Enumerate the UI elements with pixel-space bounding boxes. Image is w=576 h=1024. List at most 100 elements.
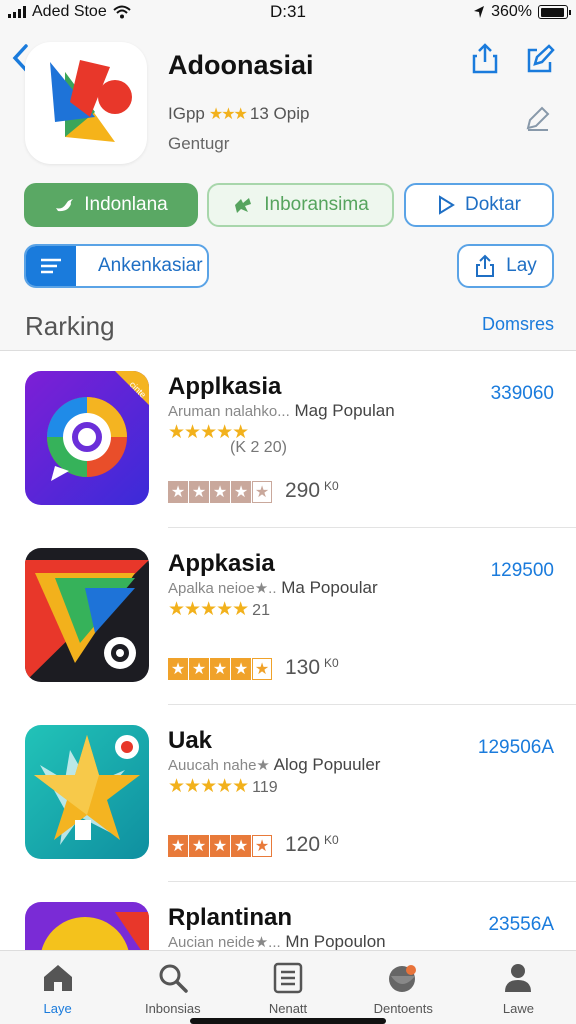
app-icon: [25, 42, 147, 164]
section-title: Rarking: [25, 311, 115, 341]
app-meta-left: IGpp: [168, 104, 205, 123]
app-price[interactable]: 129500: [491, 560, 554, 582]
star-count: 119: [252, 779, 278, 796]
play-icon: [439, 195, 455, 215]
app-tag: Mag Populan: [294, 401, 395, 420]
tab-label: Lawe: [502, 1001, 534, 1016]
tab-label: Dentoents: [373, 1001, 433, 1016]
download-count: 120 K0: [285, 833, 339, 857]
tab-dentoents[interactable]: Dentoents: [346, 951, 461, 1024]
app-description: Aruman nalahko... Mag Populan: [168, 401, 395, 421]
app-price[interactable]: 339060: [491, 383, 554, 405]
download-unit: K0: [324, 479, 339, 493]
app-desc-text: Aucian neide★...: [168, 934, 281, 950]
review-count: (K 2 20): [230, 439, 287, 456]
edit-icon: [527, 44, 555, 73]
list-item[interactable]: Rplantinan Aucian neide★... Mn Popoulon …: [0, 882, 576, 950]
app-price[interactable]: 23556A: [488, 914, 554, 936]
app-description: Auucah nahe★ Alog Popuuler: [168, 755, 380, 775]
chip-indonlana-label: Indonlana: [84, 194, 168, 215]
app-description: Aucian neide★... Mn Popoulon: [168, 932, 386, 950]
star-rating: ★★★★★: [168, 776, 249, 797]
search-icon: [156, 961, 190, 995]
status-bar: Aded Stoe D:31 360%: [0, 0, 576, 24]
chip-doktar[interactable]: Doktar: [404, 183, 554, 227]
ranking-list: cinte Applkasia Aruman nalahko... Mag Po…: [0, 350, 576, 950]
download-value: 290: [285, 479, 321, 502]
app-desc-text: Apalka neioe★..: [168, 580, 277, 597]
bird-icon: [56, 199, 74, 212]
tab-label: Laye: [43, 1001, 72, 1016]
star-count: 21: [252, 602, 270, 619]
app-name: Rplantinan: [168, 904, 292, 931]
tab-laye[interactable]: Laye: [0, 951, 115, 1024]
pencil-button[interactable]: [524, 102, 552, 134]
chip-inboransima[interactable]: Inboransima: [207, 183, 394, 227]
download-value: 130: [285, 656, 321, 679]
rating-badge: ★ ★ ★ ★ ★: [168, 481, 273, 503]
app-thumbnail: [25, 902, 149, 950]
download-value: 120: [285, 833, 321, 856]
star-rating: ★★★★★: [168, 599, 249, 620]
app-name: Appkasia: [168, 550, 275, 577]
chip-doktar-label: Doktar: [465, 194, 521, 215]
tab-label: Nenatt: [268, 1001, 308, 1016]
app-subtitle: Gentugr: [168, 134, 230, 153]
app-thumbnail: [25, 725, 149, 859]
app-thumbnail: [25, 548, 149, 682]
list-item[interactable]: cinte Applkasia Aruman nalahko... Mag Po…: [0, 351, 576, 528]
app-name: Uak: [168, 727, 213, 754]
chip-lay[interactable]: Lay: [457, 244, 554, 288]
tab-lawe[interactable]: Lawe: [461, 951, 576, 1024]
app-description: Apalka neioe★.. Ma Popoular: [168, 578, 378, 598]
rating-badge: ★ ★ ★ ★ ★: [168, 658, 273, 680]
download-unit: K0: [324, 833, 339, 847]
games-icon: [386, 961, 420, 995]
tab-bar: Laye Inbonsias Nenatt Dentoents Lawe: [0, 950, 576, 1024]
tab-inbonsias[interactable]: Inbonsias: [115, 951, 230, 1024]
home-indicator: [190, 1018, 386, 1024]
puzzle-icon: [235, 198, 252, 213]
list-item[interactable]: Appkasia Apalka neioe★.. Ma Popoular ★★★…: [0, 528, 576, 705]
chip-ankenkasiar-label: Ankenkasiar: [98, 255, 203, 276]
share-button[interactable]: [470, 42, 500, 74]
app-desc-text: Auucah nahe★: [168, 757, 270, 774]
app-stars: ★★★★★ 21: [168, 598, 270, 621]
battery-icon: [538, 5, 571, 19]
download-unit: K0: [324, 656, 339, 670]
share-icon: [472, 43, 498, 74]
app-title: Adoonasiai: [168, 50, 314, 80]
tab-nenatt[interactable]: Nenatt: [230, 951, 345, 1024]
list-item[interactable]: Uak Auucah nahe★ Alog Popuuler ★★★★★ 119 …: [0, 705, 576, 882]
menu-icon: [26, 246, 76, 286]
app-name: Applkasia: [168, 373, 282, 400]
rating-stars: ★★★: [208, 106, 248, 123]
tab-label: Inbonsias: [144, 1001, 201, 1016]
chip-indonlana[interactable]: Indonlana: [24, 183, 198, 227]
upload-icon: [476, 254, 495, 277]
app-stars: ★★★★★ 119: [168, 775, 278, 798]
section-see-all-link[interactable]: Domsres: [482, 314, 554, 335]
app-desc-text: Aruman nalahko...: [168, 403, 290, 420]
person-icon: [501, 961, 535, 995]
edit-share-button[interactable]: [525, 42, 555, 74]
chip-inboransima-label: Inboransima: [264, 194, 369, 215]
app-rating-text: 13 Opip: [249, 104, 310, 123]
home-icon: [41, 961, 75, 995]
app-meta: IGpp ★★★ 13 Opip: [168, 104, 309, 124]
app-tag: Mn Popoulon: [285, 932, 386, 950]
pencil-icon: [526, 106, 550, 131]
battery-percent: 360%: [491, 3, 532, 20]
app-price[interactable]: 129506A: [478, 737, 554, 759]
app-tag: Alog Popuuler: [273, 755, 381, 774]
download-count: 290 K0: [285, 479, 339, 503]
location-icon: [474, 6, 485, 18]
app-thumbnail: cinte: [25, 371, 149, 505]
chip-lay-label: Lay: [506, 255, 537, 276]
app-tag: Ma Popoular: [281, 578, 378, 597]
download-count: 130 K0: [285, 656, 339, 680]
news-icon: [271, 961, 305, 995]
battery-fill: [540, 7, 565, 17]
rating-badge: ★ ★ ★ ★ ★: [168, 835, 273, 857]
chip-ankenkasiar[interactable]: Ankenkasiar: [24, 244, 209, 288]
